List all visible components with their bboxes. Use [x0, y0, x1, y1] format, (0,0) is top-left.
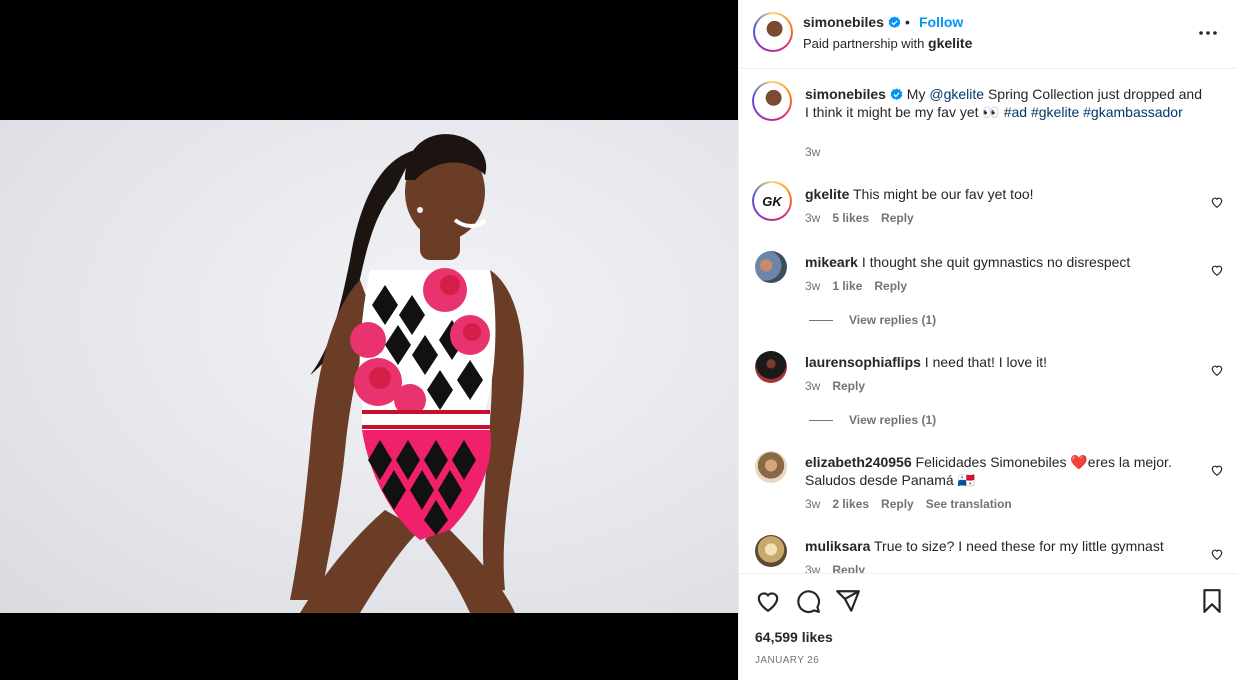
view-replies-button[interactable]: View replies (1)	[809, 313, 936, 327]
post-details-panel: simonebiles • Follow Paid partnership wi…	[738, 0, 1237, 680]
partner-link[interactable]: gkelite	[928, 35, 972, 51]
paid-partnership-label: Paid partnership with gkelite	[803, 35, 973, 51]
separator-dot: •	[905, 14, 910, 30]
comment-like-heart-icon[interactable]	[1210, 195, 1224, 209]
comment-like-heart-icon[interactable]	[1210, 463, 1224, 477]
comment-meta: 3w 2 likes Reply See translation	[805, 497, 1012, 511]
comment-like-heart-icon[interactable]	[1210, 547, 1224, 561]
post-media[interactable]	[0, 0, 738, 680]
bookmark-icon[interactable]	[1199, 588, 1225, 614]
share-icon[interactable]	[835, 588, 861, 614]
reply-button[interactable]: Reply	[832, 379, 865, 393]
caption-text: simonebiles My @gkelite Spring Collectio…	[805, 86, 1202, 120]
commenter-avatar[interactable]: GK	[752, 181, 792, 221]
comment-meta: 3w 5 likes Reply	[805, 211, 914, 225]
commenter-avatar[interactable]	[755, 451, 787, 483]
comment-text: gkelite This might be our fav yet too!	[805, 186, 1034, 202]
see-translation-button[interactable]: See translation	[926, 497, 1012, 511]
hashtag-ad[interactable]: #ad	[1004, 104, 1027, 120]
post-date: JANUARY 26	[755, 655, 820, 666]
verified-badge-icon	[888, 16, 901, 29]
hashtag-gkelite[interactable]: #gkelite	[1031, 104, 1079, 120]
author-username[interactable]: simonebiles	[803, 14, 901, 30]
reply-button[interactable]: Reply	[832, 563, 865, 573]
author-avatar[interactable]	[753, 12, 793, 52]
comment-like-heart-icon[interactable]	[1210, 363, 1224, 377]
reply-button[interactable]: Reply	[881, 497, 914, 511]
athlete-photo-illustration	[290, 134, 524, 613]
commenter-avatar[interactable]	[755, 251, 787, 283]
commenter-avatar[interactable]	[755, 535, 787, 567]
comment-meta: 3w 1 like Reply	[805, 279, 908, 293]
post-actions: 64,599 likes JANUARY 26	[739, 573, 1237, 680]
likes-count[interactable]: 64,599 likes	[755, 629, 833, 645]
caption-avatar[interactable]	[752, 81, 792, 121]
heart-icon[interactable]	[755, 588, 781, 614]
follow-button[interactable]: Follow	[919, 14, 963, 30]
post-photo[interactable]	[0, 120, 738, 613]
post-modal: simonebiles • Follow Paid partnership wi…	[0, 0, 1237, 680]
comment-text: laurensophiaflips I need that! I love it…	[805, 354, 1047, 370]
comment-text: muliksara True to size? I need these for…	[805, 538, 1164, 554]
comment-meta: 3w Reply	[805, 379, 866, 393]
commenter-avatar[interactable]	[755, 351, 787, 383]
hashtag-gkambassador[interactable]: #gkambassador	[1083, 104, 1183, 120]
comment-like-heart-icon[interactable]	[1210, 263, 1224, 277]
comment-meta: 3w Reply	[805, 563, 877, 573]
comments-list[interactable]: simonebiles My @gkelite Spring Collectio…	[739, 69, 1237, 573]
more-options-icon[interactable]	[1197, 26, 1219, 40]
verified-badge-icon	[890, 88, 903, 101]
mention-link[interactable]: @gkelite	[929, 86, 984, 102]
comment-text: mikeark I thought she quit gymnastics no…	[805, 254, 1131, 270]
reply-button[interactable]: Reply	[881, 211, 914, 225]
comment-text: elizabeth240956 Felicidades Simonebiles …	[805, 454, 1172, 488]
caption-meta: 3w	[805, 145, 821, 159]
reply-button[interactable]: Reply	[874, 279, 907, 293]
view-replies-button[interactable]: View replies (1)	[809, 413, 936, 427]
comment-icon[interactable]	[795, 588, 821, 614]
post-header: simonebiles • Follow Paid partnership wi…	[739, 0, 1237, 69]
